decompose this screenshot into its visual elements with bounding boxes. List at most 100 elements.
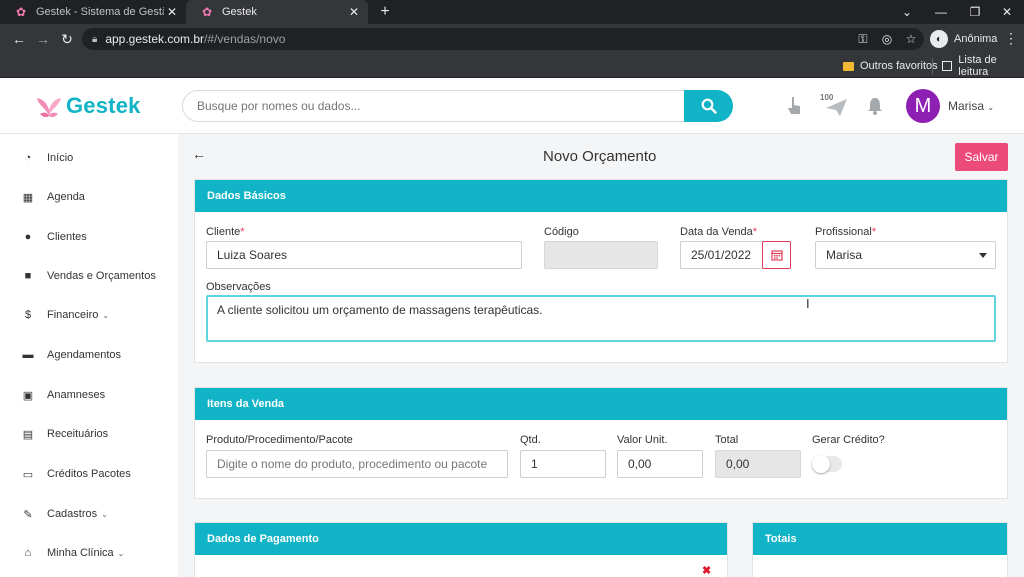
credit-toggle[interactable]: [812, 455, 842, 473]
reading-list-icon: [942, 61, 953, 71]
professional-label: Profissional*: [815, 226, 877, 238]
address-bar[interactable]: 🔒︎ app.gestek.com.br/#/vendas/novo: [82, 28, 924, 50]
star-icon[interactable]: ☆: [902, 28, 920, 50]
code-field: [544, 241, 658, 269]
menu-kebab-icon[interactable]: ⋮: [1004, 30, 1018, 47]
back-arrow-icon[interactable]: ←: [192, 146, 206, 162]
new-tab-icon[interactable]: +: [376, 3, 394, 21]
file-icon: ▤: [22, 428, 34, 441]
bookmarks-bar: Outros favoritos Lista de leitura: [0, 54, 1024, 78]
total-label: Total: [715, 434, 739, 446]
url-host: app.gestek.com.br: [105, 32, 205, 46]
browser-tab-2[interactable]: ✿ Gestek ✕: [186, 0, 368, 24]
product-label: Produto/Procedimento/Pacote: [206, 434, 353, 446]
browser-tab-1[interactable]: ✿ Gestek - Sistema de Gestão para ✕: [0, 0, 186, 24]
qty-input[interactable]: 1: [520, 450, 606, 478]
key-icon[interactable]: ⚿: [854, 28, 872, 50]
shopping-bag-icon: ■: [24, 270, 32, 282]
save-button[interactable]: Salvar: [955, 143, 1008, 171]
sidebar-item-label: Anamneses: [47, 389, 106, 401]
sidebar-item-clientes[interactable]: ● Clientes: [0, 219, 178, 255]
bookmark-other[interactable]: Outros favoritos: [843, 57, 938, 75]
butterfly-logo-icon: [37, 98, 61, 118]
chevron-down-icon: ⌄: [117, 548, 125, 558]
tab-close-icon[interactable]: ✕: [164, 5, 180, 19]
hand-pointer-icon[interactable]: [782, 93, 808, 119]
id-card-icon: ▣: [22, 389, 34, 402]
user-name: Marisa: [948, 99, 985, 113]
tab-search-icon[interactable]: ⌄: [890, 0, 924, 24]
eye-off-icon[interactable]: ◎: [878, 28, 896, 50]
app-header: Gestek 100 M Marisa ⌄: [0, 78, 1024, 134]
search-button[interactable]: [684, 90, 733, 122]
close-window-icon[interactable]: ✕: [990, 0, 1024, 24]
sidebar-item-label: Receituários: [47, 428, 109, 440]
gestek-favicon-icon: ✿: [15, 5, 27, 19]
bookmark-separator: [932, 58, 933, 74]
sidebar-item-label: Agenda: [47, 191, 85, 203]
notes-textarea[interactable]: A cliente solicitou um orçamento de mass…: [206, 295, 996, 342]
restore-icon[interactable]: ❐: [958, 0, 992, 24]
sidebar-item-agendamentos[interactable]: ▬ Agendamentos: [0, 337, 178, 373]
credit-label: Gerar Crédito?: [812, 434, 885, 446]
sidebar-item-label: Créditos Pacotes: [47, 468, 131, 480]
sidebar: ◔ Início ▦ Agenda ● Clientes ■ Vendas e Orça…: [0, 134, 178, 577]
sidebar-item-cadastros[interactable]: ✎ Cadastros ⌄: [0, 496, 178, 532]
sidebar-item-label: Agendamentos: [47, 349, 121, 361]
search-input[interactable]: [182, 90, 684, 122]
user-menu[interactable]: Marisa ⌄: [948, 99, 994, 113]
client-field[interactable]: Luiza Soares: [206, 241, 522, 269]
sale-date-label: Data da Venda*: [680, 226, 758, 238]
folder-icon: [843, 61, 854, 71]
remove-icon[interactable]: ✖: [702, 564, 711, 577]
sidebar-item-receituarios[interactable]: ▤ Receituários: [0, 416, 178, 452]
sidebar-item-vendas[interactable]: ■ Vendas e Orçamentos: [0, 258, 178, 294]
chevron-down-icon: ⌄: [987, 103, 995, 112]
payment-card: Dados de Pagamento: [194, 522, 728, 577]
card-heading: Totais: [753, 523, 1007, 555]
chevron-down-icon: ⌄: [102, 310, 110, 320]
sale-date-field[interactable]: 25/01/2022: [680, 241, 764, 269]
back-icon[interactable]: ←: [10, 30, 28, 48]
url-path: /#/vendas/novo: [204, 32, 286, 46]
toggle-knob: [812, 455, 830, 473]
calendar-filled-icon: ▬: [22, 349, 34, 361]
caret-down-icon: [979, 253, 987, 258]
sidebar-item-agenda[interactable]: ▦ Agenda: [0, 179, 178, 215]
gestek-favicon-icon: ✿: [201, 5, 213, 19]
sidebar-item-label: Início: [47, 152, 74, 164]
code-label: Código: [544, 226, 579, 238]
tab-close-icon[interactable]: ✕: [346, 5, 362, 19]
avatar[interactable]: M: [906, 89, 940, 123]
date-picker-button[interactable]: [762, 241, 791, 269]
professional-selected: Marisa: [826, 248, 863, 262]
minimize-icon[interactable]: —: [924, 0, 958, 24]
brand-logo[interactable]: Gestek: [36, 92, 141, 120]
sidebar-item-minha-clinica[interactable]: ⌂ Minha Clínica ⌄: [0, 535, 178, 571]
users-icon: ●: [24, 231, 32, 243]
dashboard-icon: ◔: [24, 152, 32, 164]
chevron-down-icon: ⌄: [101, 509, 108, 519]
total-field: 0,00: [715, 450, 801, 478]
totals-card: Totais: [752, 522, 1008, 577]
product-input[interactable]: Digite o nome do produto, procedimento o…: [206, 450, 508, 478]
client-label: Cliente*: [206, 226, 245, 238]
card-heading: Itens da Venda: [195, 388, 1007, 420]
bookmark-reading-list[interactable]: Lista de leitura: [942, 54, 1024, 78]
sidebar-item-financeiro[interactable]: $ Financeiro ⌄: [0, 297, 178, 333]
reload-icon[interactable]: ↻: [58, 30, 76, 48]
incognito-profile[interactable]: ◐ Anônima: [930, 29, 997, 49]
search-icon: [701, 98, 717, 114]
lock-icon: 🔒︎: [92, 33, 98, 45]
browser-tab-bar: ✿ Gestek - Sistema de Gestão para ✕ ✿ Ge…: [0, 0, 1024, 24]
sidebar-item-inicio[interactable]: ◔ Início: [0, 140, 178, 176]
sidebar-item-anamneses[interactable]: ▣ Anamneses: [0, 377, 178, 413]
sidebar-item-label: Clientes: [47, 231, 87, 243]
sidebar-item-creditos[interactable]: ▭ Créditos Pacotes: [0, 456, 178, 492]
brand-name: Gestek: [66, 93, 141, 118]
forward-icon[interactable]: →: [34, 30, 52, 48]
professional-select[interactable]: Marisa: [815, 241, 996, 269]
unit-value-input[interactable]: 0,00: [617, 450, 703, 478]
bell-icon[interactable]: [862, 93, 888, 119]
notification-count: 100: [820, 93, 834, 102]
